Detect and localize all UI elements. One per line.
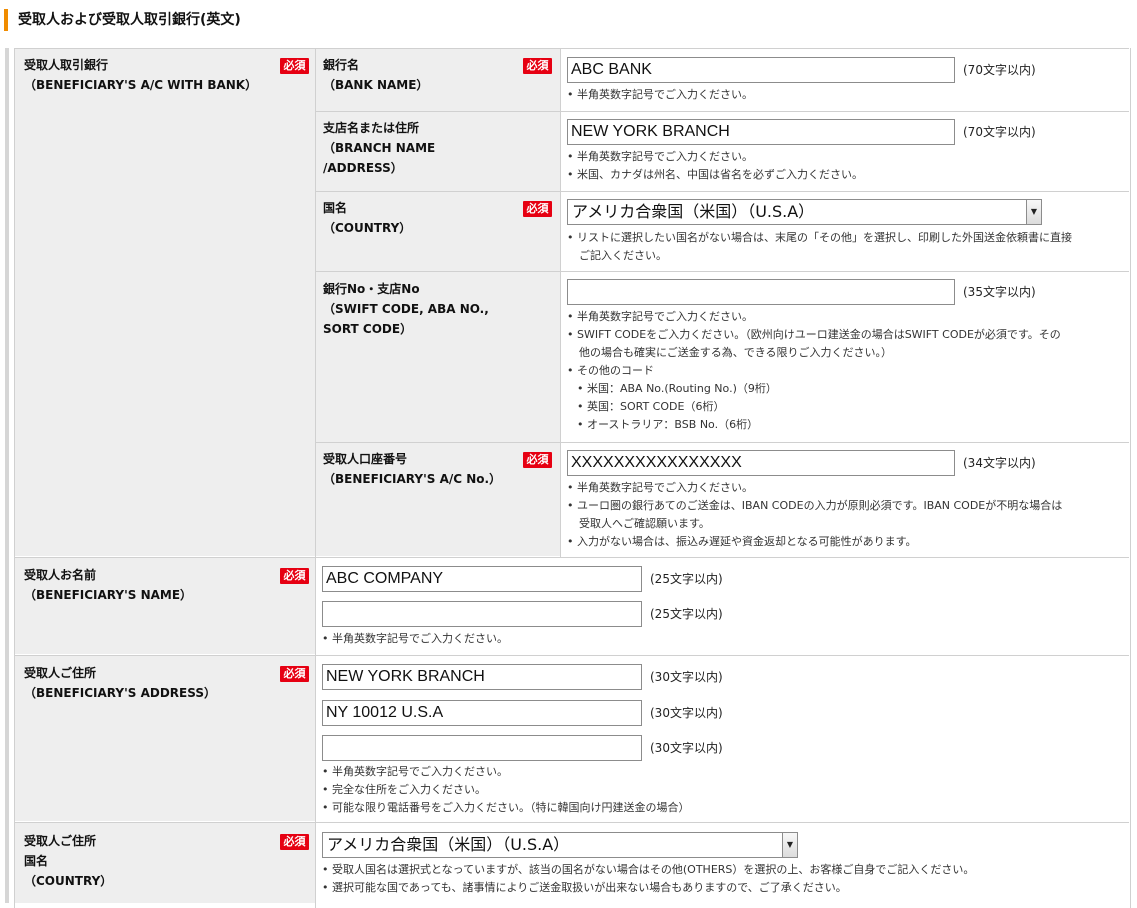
beneficiary-address-label-en: （BENEFICIARY'S ADDRESS） (24, 686, 216, 700)
branch-label-en: （BRANCH NAME (323, 141, 436, 155)
beneficiary-address-input-3[interactable] (322, 735, 642, 761)
branch-limit: (70文字以内) (963, 125, 1036, 139)
column-divider (315, 48, 316, 908)
beneficiary-name-input-2[interactable] (322, 601, 642, 627)
note: • ユーロ圏の銀行あてのご送金は、IBAN CODEの入力が原則必須です。IBA… (567, 499, 1063, 512)
left-accent-bar (5, 48, 9, 903)
note: • 米国、カナダは州名、中国は省名を必ずご入力ください。 (567, 168, 863, 181)
beneficiary-name-label-ja: 受取人お名前 (24, 568, 97, 582)
row-divider (316, 442, 1129, 443)
bank-group-label-ja: 受取人取引銀行 (24, 58, 109, 72)
chevron-down-icon[interactable]: ▼ (1026, 200, 1041, 224)
bank-group-label: 受取人取引銀行 （BENEFICIARY'S A/C WITH BANK） (24, 55, 257, 95)
note: • 半角英数字記号でご入力ください。 (322, 765, 508, 778)
beneficiary-name-limit: (25文字以内) (650, 607, 723, 621)
beneficiary-country-select[interactable]: アメリカ合衆国（米国）（U.S.A） ▼ (322, 832, 798, 858)
country-select[interactable]: アメリカ合衆国（米国）（U.S.A） ▼ (567, 199, 1042, 225)
note: • 選択可能な国であっても、諸事情によりご送金取扱いが出来ない場合もありますので… (322, 881, 847, 894)
column-divider (560, 48, 561, 557)
bank-name-input[interactable]: ABC BANK (567, 57, 955, 83)
account-no-input[interactable]: XXXXXXXXXXXXXXXX (567, 450, 955, 476)
account-no-limit: (34文字以内) (963, 456, 1036, 470)
note: • 英国：SORT CODE（6桁） (577, 400, 725, 413)
beneficiary-name-label: 受取人お名前 （BENEFICIARY'S NAME） (24, 565, 192, 605)
chevron-down-icon[interactable]: ▼ (782, 833, 797, 857)
beneficiary-country-select-value: アメリカ合衆国（米国）（U.S.A） (327, 835, 570, 854)
account-no-label-en: （BENEFICIARY'S A/C No.） (323, 472, 502, 486)
bank-no-label-en: SORT CODE） (323, 322, 413, 336)
bank-name-label: 銀行名 （BANK NAME） (323, 55, 428, 95)
beneficiary-address-label: 受取人ご住所 （BENEFICIARY'S ADDRESS） (24, 663, 216, 703)
beneficiary-country-label: 受取人ご住所 国名 （COUNTRY） (24, 831, 112, 891)
note: • 入力がない場合は、振込み遅延や資金返却となる可能性があります。 (567, 535, 917, 548)
note: • オーストラリア：BSB No.（6桁） (577, 418, 759, 431)
row-divider (14, 655, 1129, 656)
required-badge: 必須 (280, 58, 309, 74)
beneficiary-country-label-ja: 国名 (24, 854, 49, 868)
label-cell-bank-group (15, 49, 315, 556)
note: • その他のコード (567, 364, 654, 377)
note: • SWIFT CODEをご入力ください。（欧州向けユーロ建送金の場合はSWIF… (567, 328, 1061, 341)
bank-name-limit: (70文字以内) (963, 63, 1036, 77)
bank-no-label-ja: 銀行No・支店No (323, 282, 420, 296)
note: ご記入ください。 (579, 249, 667, 262)
row-divider (316, 111, 1129, 112)
required-badge: 必須 (280, 568, 309, 584)
beneficiary-country-label-en: （COUNTRY） (24, 874, 113, 888)
note: • リストに選択したい国名がない場合は、末尾の「その他」を選択し、印刷した外国送… (567, 231, 1072, 244)
bank-name-label-en: （BANK NAME） (323, 78, 429, 92)
note: • 可能な限り電話番号をご入力ください。（特に韓国向け円建送金の場合） (322, 801, 690, 814)
required-badge: 必須 (523, 58, 552, 74)
note: • 完全な住所をご入力ください。 (322, 783, 486, 796)
note: • 受取人国名は選択式となっていますが、該当の国名がない場合はその他(OTHER… (322, 863, 975, 876)
note: • 半角英数字記号でご入力ください。 (567, 88, 753, 101)
required-badge: 必須 (280, 666, 309, 682)
beneficiary-name-limit: (25文字以内) (650, 572, 723, 586)
beneficiary-address-input-2[interactable]: NY 10012 U.S.A (322, 700, 642, 726)
row-divider (14, 822, 1129, 823)
remittance-form-page: 受取人および受取人取引銀行(英文) 受取人取引銀行 （BENEFICIARY'S… (0, 0, 1137, 908)
bank-no-label: 銀行No・支店No （SWIFT CODE, ABA NO., SORT COD… (323, 279, 489, 339)
beneficiary-address-label-ja: 受取人ご住所 (24, 666, 97, 680)
country-label-en: （COUNTRY） (323, 221, 412, 235)
beneficiary-address-limit: (30文字以内) (650, 670, 723, 684)
bank-group-label-en: （BENEFICIARY'S A/C WITH BANK） (24, 78, 258, 92)
required-badge: 必須 (523, 201, 552, 217)
required-badge: 必須 (280, 834, 309, 850)
row-divider (316, 271, 1129, 272)
note: 受取人へご確認願います。 (579, 517, 710, 530)
beneficiary-name-label-en: （BENEFICIARY'S NAME） (24, 588, 193, 602)
note: 他の場合も確実にご送金する為、できる限りご入力ください。） (579, 346, 893, 359)
required-badge: 必須 (523, 452, 552, 468)
bank-no-input[interactable] (567, 279, 955, 305)
branch-label-ja: 支店名または住所 (323, 121, 420, 135)
note: • 半角英数字記号でご入力ください。 (567, 310, 753, 323)
beneficiary-name-input-1[interactable]: ABC COMPANY (322, 566, 642, 592)
account-no-label-ja: 受取人口座番号 (323, 452, 408, 466)
note: • 米国：ABA No.(Routing No.)（9桁） (577, 382, 777, 395)
note: • 半角英数字記号でご入力ください。 (567, 481, 753, 494)
beneficiary-country-label-ja: 受取人ご住所 (24, 834, 97, 848)
section-title: 受取人および受取人取引銀行(英文) (4, 9, 241, 31)
beneficiary-address-limit: (30文字以内) (650, 741, 723, 755)
country-select-value: アメリカ合衆国（米国）（U.S.A） (572, 202, 815, 221)
note: • 半角英数字記号でご入力ください。 (567, 150, 753, 163)
country-label: 国名 （COUNTRY） (323, 198, 411, 238)
branch-label: 支店名または住所 （BRANCH NAME /ADDRESS） (323, 118, 435, 178)
branch-input[interactable]: NEW YORK BRANCH (567, 119, 955, 145)
note: • 半角英数字記号でご入力ください。 (322, 632, 508, 645)
beneficiary-address-limit: (30文字以内) (650, 706, 723, 720)
row-divider (14, 557, 1129, 558)
bank-name-label-ja: 銀行名 (323, 58, 360, 72)
table-border (14, 48, 1129, 49)
bank-no-limit: (35文字以内) (963, 285, 1036, 299)
row-divider (316, 191, 1129, 192)
branch-label-en: /ADDRESS） (323, 161, 403, 175)
bank-no-label-en: （SWIFT CODE, ABA NO., (323, 302, 489, 316)
country-label-ja: 国名 (323, 201, 348, 215)
account-no-label: 受取人口座番号 （BENEFICIARY'S A/C No.） (323, 449, 501, 489)
beneficiary-address-input-1[interactable]: NEW YORK BRANCH (322, 664, 642, 690)
